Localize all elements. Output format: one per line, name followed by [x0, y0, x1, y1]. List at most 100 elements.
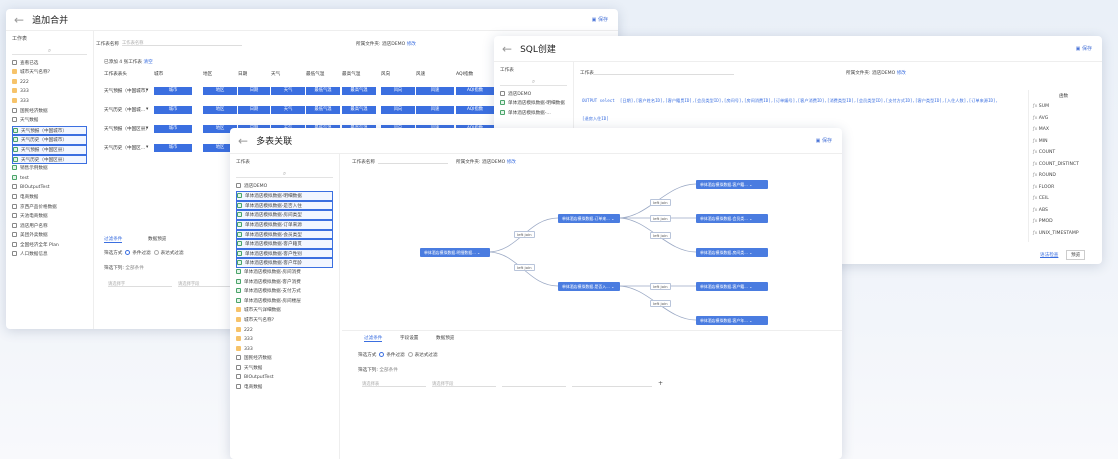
tab-filter[interactable]: 过滤条件 [364, 335, 383, 342]
join-node[interactable]: 单体酒店模拟数据-订单来... ⌄ [558, 214, 620, 223]
sidebar-item[interactable]: 单体酒店模拟数据-明细数据 [500, 99, 567, 109]
sidebar-item[interactable]: 单体酒店模拟数据-客户性别 [236, 248, 333, 259]
filter-pull[interactable]: 筛选下列: 全部条件 [104, 265, 144, 271]
sidebar-item[interactable]: 单体酒店模拟数据-会员类型 [236, 229, 333, 240]
back-arrow-icon[interactable]: ← [502, 42, 512, 56]
sidebar-item[interactable]: 国民经济数据 [236, 354, 333, 364]
grid-cell[interactable]: 天气 [271, 106, 305, 114]
folder-edit-link[interactable]: 修改 [407, 42, 416, 47]
function-item[interactable]: ƒx UNIX_TIMESTAMP [1033, 228, 1094, 240]
grid-cell[interactable]: 最低气温 [306, 87, 340, 95]
grid-cell[interactable]: 最低气温 [306, 106, 340, 114]
function-item[interactable]: ƒx MAX [1033, 124, 1094, 136]
sidebar-item[interactable]: 国民经济数据 [12, 107, 87, 117]
chevron-down-icon[interactable]: ▾ [146, 88, 148, 93]
sidebar-item[interactable]: 单体酒店模拟数据-明细数据 [236, 191, 333, 201]
op-select[interactable] [502, 381, 566, 387]
function-item[interactable]: ƒx COUNT [1033, 147, 1094, 159]
function-item[interactable]: ƒx AVG [1033, 113, 1094, 125]
sidebar-item[interactable]: 天气数据 [12, 116, 87, 126]
back-arrow-icon[interactable]: ← [238, 134, 248, 148]
join-type-label[interactable]: left join [514, 264, 535, 271]
row-label[interactable]: 天气预报（中国区县） [104, 126, 150, 132]
back-arrow-icon[interactable]: ← [14, 13, 24, 27]
sidebar-item[interactable]: 天气预报（中国区县） [12, 144, 87, 155]
sidebar-item[interactable]: 222 [236, 326, 333, 336]
sidebar-item[interactable]: 酒店DEMO [500, 90, 567, 100]
function-item[interactable]: ƒx MIN [1033, 136, 1094, 148]
folder-edit-link[interactable]: 修改 [897, 71, 906, 76]
sidebar-item[interactable]: 全国经济全年 Plan [12, 241, 87, 251]
function-item[interactable]: ƒx SUM [1033, 101, 1094, 113]
grid-cell[interactable]: 城市 [154, 106, 192, 114]
search-icon[interactable]: ⌕ [12, 47, 87, 55]
function-item[interactable]: ƒx PMOD [1033, 216, 1094, 228]
tab-preview[interactable]: 数据预览 [148, 236, 166, 242]
sidebar-item[interactable]: BIOutputTest [12, 183, 87, 193]
tab-preview[interactable]: 数据预览 [436, 335, 454, 341]
chevron-down-icon[interactable]: ▾ [146, 126, 148, 131]
grid-cell[interactable]: 天气 [271, 87, 305, 95]
sidebar-item[interactable]: 电商数据 [236, 383, 333, 393]
function-item[interactable]: ƒx FLOOR [1033, 182, 1094, 194]
join-node[interactable]: 单体酒店模拟数据-明细数据... ⌄ [420, 248, 490, 257]
grid-cell[interactable]: 风速 [416, 87, 454, 95]
chevron-down-icon[interactable]: ▾ [146, 145, 148, 150]
sidebar-item[interactable]: 城市天气名称? [236, 316, 333, 326]
join-type-label[interactable]: left join [650, 215, 671, 222]
sidebar-item[interactable]: test [12, 174, 87, 184]
grid-cell[interactable]: 风速 [416, 106, 454, 114]
sidebar-item[interactable]: 人口数据信息 [12, 250, 87, 260]
grid-cell[interactable]: 日期 [238, 87, 270, 95]
grid-cell[interactable]: AQI指数 [456, 87, 494, 95]
sidebar-item[interactable]: 222 [12, 78, 87, 88]
row-label[interactable]: 天气预报（中国城市） [104, 88, 150, 94]
grid-cell[interactable]: 最高气温 [342, 87, 376, 95]
sidebar-item[interactable]: 单体酒店模拟数据-客户年龄 [236, 258, 333, 268]
field-select[interactable]: 请选择字段 [432, 381, 496, 387]
join-node[interactable]: 单体酒店模拟数据-是否入... ⌄ [558, 282, 620, 291]
tab-filter[interactable]: 过滤条件 [104, 236, 123, 243]
sidebar-item[interactable]: 酒店用户名称 [12, 222, 87, 232]
row-label[interactable]: 天气历史（中国城... [104, 107, 145, 113]
function-item[interactable]: ƒx COUNT_DISTINCT [1033, 159, 1094, 171]
function-item[interactable]: ƒx CEIL [1033, 193, 1094, 205]
chevron-down-icon[interactable]: ▾ [146, 107, 148, 112]
sidebar-item[interactable]: 销售示例数据 [12, 164, 87, 174]
row-label[interactable]: 天气历史（中国区... [104, 145, 145, 151]
syntax-check-button[interactable]: 语法检查 [1040, 252, 1058, 258]
grid-cell[interactable]: AQI指数 [456, 106, 494, 114]
grid-cell[interactable]: 风向 [381, 106, 415, 114]
save-button[interactable]: ▣ 保存 [816, 137, 832, 144]
sidebar-item[interactable]: 城市天气名称? [12, 68, 87, 78]
search-icon[interactable]: ⌕ [500, 78, 567, 86]
sidebar-item[interactable]: 京西产品价格数据 [12, 203, 87, 213]
ws-name-input[interactable]: 工作表名称 [122, 40, 242, 46]
sidebar-item[interactable]: 美团外卖数据 [12, 231, 87, 241]
join-node[interactable]: 单体酒店模拟数据-客户籍... ⌄ [696, 180, 768, 189]
field-select[interactable]: 请选择字 [108, 281, 172, 287]
save-button[interactable]: ▣ 保存 [592, 16, 608, 23]
grid-cell[interactable]: 地区 [203, 87, 237, 95]
join-type-label[interactable]: left join [514, 231, 535, 238]
join-type-label[interactable]: left join [650, 232, 671, 239]
sidebar-item[interactable]: 单体酒店模拟数据-支付方式 [236, 287, 333, 297]
sidebar-item[interactable]: 单体酒店模拟数据-... [500, 109, 567, 119]
sidebar-item[interactable]: 天气历史（中国区县） [12, 154, 87, 165]
sidebar-item[interactable]: 天气历史（中国城市） [12, 135, 87, 145]
sidebar-item[interactable]: 333 [236, 335, 333, 345]
sidebar-item[interactable]: 单体酒店模拟数据-房间楼层 [236, 297, 333, 307]
search-icon[interactable]: ⌕ [236, 170, 333, 178]
save-button[interactable]: ▣ 保存 [1076, 45, 1092, 52]
function-item[interactable]: ƒx ROUND [1033, 170, 1094, 182]
sidebar-item[interactable]: 333 [236, 345, 333, 355]
join-node[interactable]: 单体酒店模拟数据-客户籍... ⌄ [696, 282, 768, 291]
sidebar-item[interactable]: 电商数据 [12, 193, 87, 203]
sidebar-item[interactable]: BIOutputTest [236, 373, 333, 383]
join-node[interactable]: 单体酒店模拟数据-房间类... ⌄ [696, 248, 768, 257]
tab-fields[interactable]: 字段设置 [400, 335, 418, 341]
join-node[interactable]: 单体酒店模拟数据-客户年... ⌄ [696, 316, 768, 325]
ws-name-input[interactable] [378, 158, 448, 164]
sidebar-item[interactable]: 酒店DEMO [236, 182, 333, 192]
sidebar-item[interactable]: 单体酒店模拟数据-是否入住 [236, 200, 333, 211]
